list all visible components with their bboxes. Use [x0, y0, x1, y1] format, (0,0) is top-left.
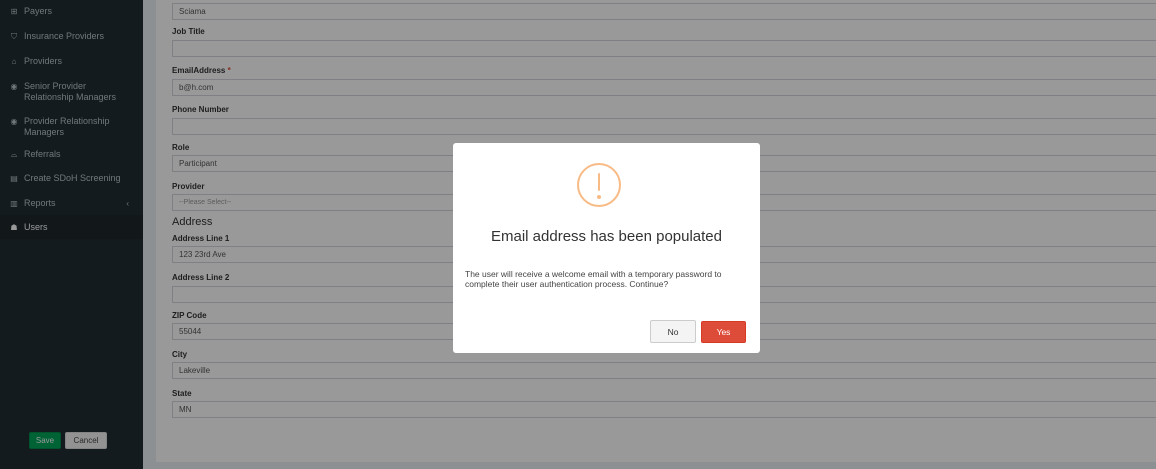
warning-icon: [577, 163, 621, 207]
no-button[interactable]: No: [650, 320, 696, 343]
warning-icon-dot: [597, 195, 601, 199]
dialog-message: The user will receive a welcome email wi…: [465, 269, 722, 289]
dialog-title: Email address has been populated: [491, 228, 722, 245]
warning-icon-bar: [598, 173, 600, 191]
yes-button[interactable]: Yes: [701, 321, 746, 343]
confirm-dialog: Email address has been populated The use…: [453, 143, 760, 353]
